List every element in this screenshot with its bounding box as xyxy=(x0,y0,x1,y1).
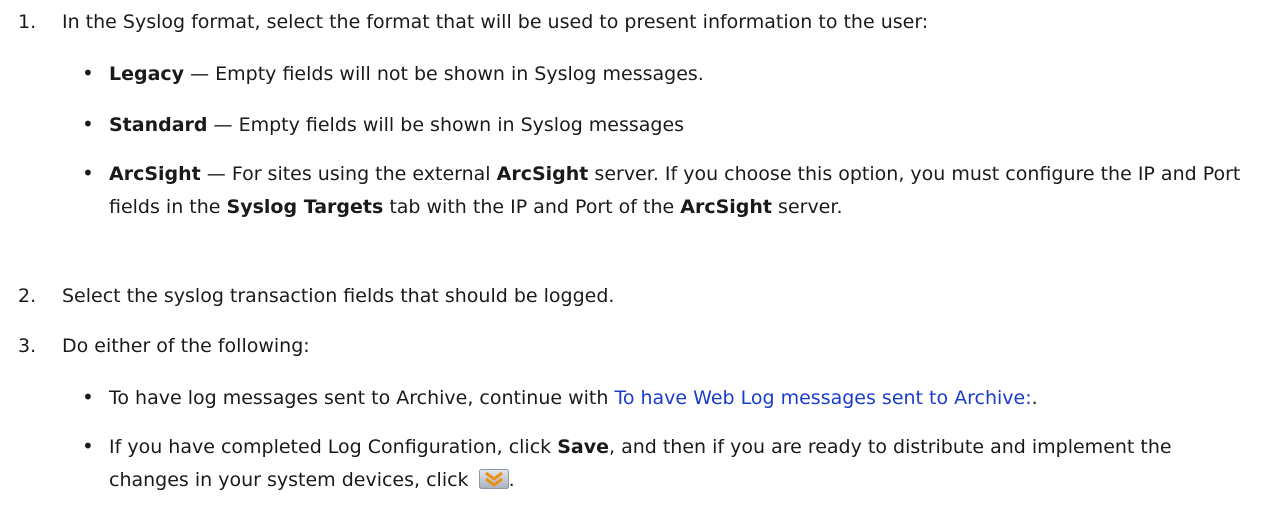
tab-name: Syslog Targets xyxy=(226,196,384,218)
option-name: ArcSight xyxy=(109,163,201,185)
option-name: Standard xyxy=(109,114,208,136)
bullet-dot: • xyxy=(82,434,94,458)
step-number: 1. xyxy=(18,11,37,33)
archive-link[interactable]: To have Web Log messages sent to Archive… xyxy=(614,387,1031,409)
bullet-dot: • xyxy=(82,385,94,409)
step-number: 3. xyxy=(18,335,37,357)
server-name: ArcSight xyxy=(680,196,772,218)
option-name: Legacy xyxy=(109,63,185,85)
save-label: Save xyxy=(557,436,609,458)
step-text: Do either of the following: xyxy=(62,335,310,357)
option-description: — Empty fields will be shown in Syslog m… xyxy=(207,114,685,136)
option-description: — Empty fields will not be shown in Sysl… xyxy=(184,63,704,85)
step-text: Select the syslog transaction fields tha… xyxy=(62,285,615,307)
server-name: ArcSight xyxy=(496,163,589,185)
bullet-dot: • xyxy=(82,161,94,185)
deploy-chevrons-icon[interactable] xyxy=(478,467,509,489)
option-description: — For sites using the external xyxy=(200,163,497,185)
bullet-dot: • xyxy=(82,112,94,136)
bullet-dot: • xyxy=(82,61,94,85)
step-number: 2. xyxy=(18,285,37,307)
step-text: In the Syslog format, select the format … xyxy=(62,11,929,33)
